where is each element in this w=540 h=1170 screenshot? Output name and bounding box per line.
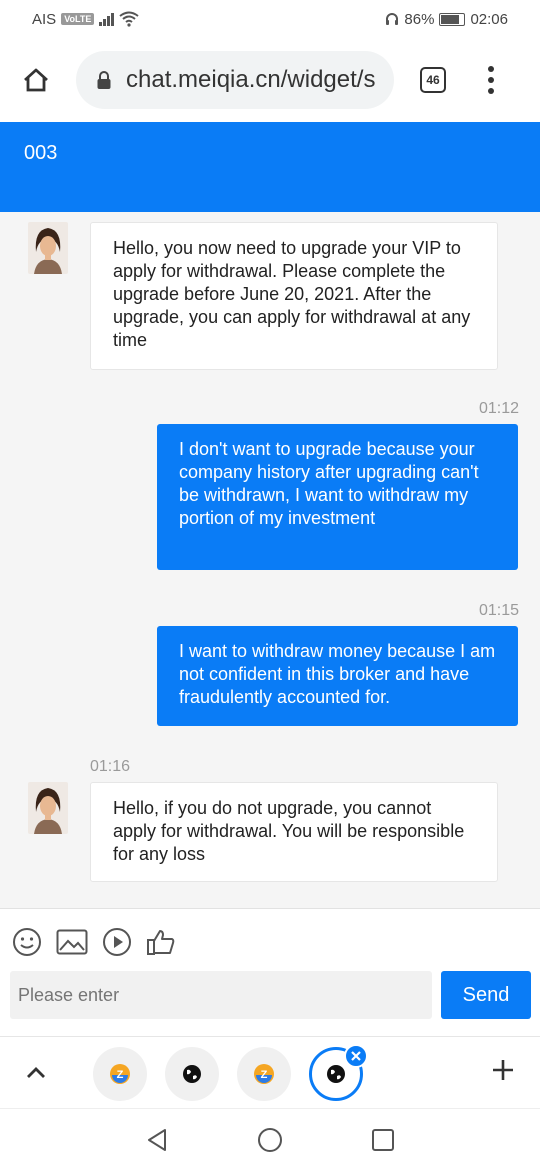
url-text: chat.meiqia.cn/widget/s: [126, 66, 376, 93]
back-icon[interactable]: [145, 1127, 169, 1153]
message-text: I don't want to upgrade because your com…: [179, 439, 479, 528]
carrier-label: AIS: [32, 10, 57, 28]
globe-icon: [183, 1065, 201, 1083]
message-bubble-incoming: Hello, you now need to upgrade your VIP …: [90, 222, 498, 370]
composer-tools: [12, 927, 176, 957]
signal-icon: [99, 12, 115, 26]
video-icon[interactable]: [102, 927, 132, 957]
browser-tab-strip: Z Z: [0, 1036, 540, 1108]
status-right: 86% 02:06: [385, 11, 508, 28]
lock-icon: [97, 71, 111, 89]
agent-avatar: [28, 222, 68, 274]
message-text: I want to withdraw money because I am no…: [179, 641, 496, 707]
home-button[interactable]: [14, 58, 58, 102]
message-timestamp: 01:12: [478, 400, 519, 417]
image-icon[interactable]: [56, 929, 88, 955]
message-timestamp: 01:15: [478, 602, 519, 619]
clock: 02:06: [470, 10, 508, 28]
message-bubble-incoming: Hello, if you do not upgrade, you cannot…: [90, 782, 498, 882]
home-icon: [24, 68, 48, 92]
message-timestamp: 01:16: [90, 758, 131, 775]
tab-thumbnail[interactable]: Z: [93, 1047, 147, 1101]
chat-header: 003: [0, 122, 540, 212]
new-tab-icon[interactable]: [490, 1057, 516, 1083]
home-circle-icon[interactable]: [257, 1127, 283, 1153]
status-left: AIS VoLTE: [32, 11, 139, 28]
volte-badge: VoLTE: [61, 13, 95, 25]
system-nav-bar: [0, 1108, 540, 1170]
svg-text:Z: Z: [117, 1069, 124, 1081]
message-bubble-outgoing: I want to withdraw money because I am no…: [157, 626, 518, 726]
message-text: Hello, if you do not upgrade, you cannot…: [113, 798, 465, 864]
close-icon: [351, 1051, 361, 1061]
send-button[interactable]: Send: [441, 971, 531, 1019]
tab-thumbnail[interactable]: Z: [237, 1047, 291, 1101]
wifi-icon: [119, 11, 139, 27]
overflow-menu-icon[interactable]: [488, 66, 494, 94]
recents-icon[interactable]: [371, 1128, 395, 1152]
chat-title: 003: [24, 142, 58, 164]
agent-avatar: [28, 782, 68, 834]
close-tab-button[interactable]: [344, 1044, 368, 1068]
tab-thumbnail-active[interactable]: [309, 1044, 368, 1101]
battery-icon: [439, 12, 466, 26]
message-list[interactable]: Hello, you now need to upgrade your VIP …: [0, 212, 540, 908]
globe-icon: [327, 1065, 345, 1083]
emoji-icon[interactable]: [12, 927, 42, 957]
composer: Send: [0, 908, 540, 1036]
browser-toolbar: chat.meiqia.cn/widget/s 46: [0, 38, 540, 122]
message-text: Hello, you now need to upgrade your VIP …: [113, 238, 471, 350]
headphones-icon: [386, 13, 399, 25]
thumbs-up-icon[interactable]: [146, 927, 176, 957]
message-input[interactable]: [10, 971, 432, 1019]
chevron-up-icon[interactable]: [22, 1059, 50, 1087]
status-bar: AIS VoLTE 86% 02:06: [0, 0, 540, 38]
battery-percent: 86%: [404, 10, 435, 28]
svg-text:Z: Z: [261, 1069, 268, 1081]
tab-switcher-button[interactable]: 46: [420, 67, 446, 93]
site-logo-icon: Z: [254, 1064, 274, 1084]
message-bubble-outgoing: I don't want to upgrade because your com…: [157, 424, 518, 570]
tab-thumbnail[interactable]: [165, 1047, 219, 1101]
site-logo-icon: Z: [110, 1064, 130, 1084]
address-bar[interactable]: chat.meiqia.cn/widget/s: [76, 51, 394, 109]
